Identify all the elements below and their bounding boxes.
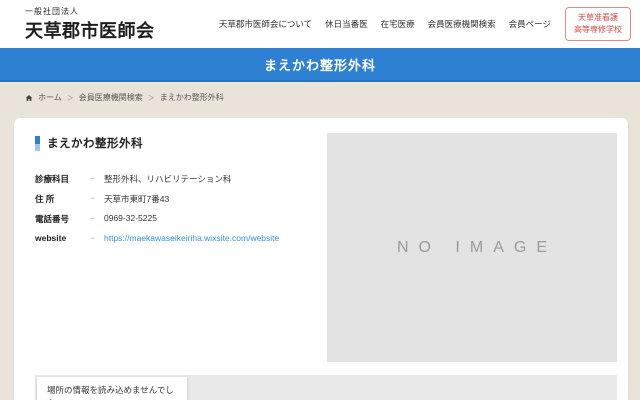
main-nav: 天草郡市医師会について 休日当番医 在宅医療 会員医療機関検索 会員ページ [219, 18, 551, 30]
detail-row: 住 所−天草市東町7番43 [35, 193, 320, 213]
clinic-title: まえかわ整形外科 [35, 135, 143, 151]
page-title: まえかわ整形外科 [264, 55, 376, 74]
detail-row: website−https://maekawaseikeiriha.wixsit… [35, 233, 320, 253]
nav-item[interactable]: 在宅医療 [381, 18, 415, 30]
breadcrumb-separator: ＞ [148, 93, 155, 103]
detail-separator: − [90, 173, 104, 183]
detail-row: 診療科目−整形外科、リハビリテーション科 [35, 173, 320, 193]
breadcrumb: ホーム ＞ 会員医療機関検索 ＞ まえかわ整形外科 [25, 92, 640, 103]
title-accent-bar [35, 136, 40, 151]
detail-label: 電話番号 [35, 213, 90, 225]
detail-separator: − [90, 193, 104, 203]
nav-item[interactable]: 休日当番医 [325, 18, 368, 30]
nav-item[interactable]: 天草郡市医師会について [219, 18, 312, 30]
page: 一般社団法人 天草郡市医師会 天草郡市医師会について休日当番医在宅医療会員医療機… [0, 0, 640, 400]
site-header: 一般社団法人 天草郡市医師会 天草郡市医師会について 休日当番医 在宅医療 会員医療機… [0, 0, 640, 48]
clinic-name: まえかわ整形外科 [47, 135, 143, 151]
nursing-school-line2: 高等専修学校 [574, 25, 622, 34]
clinic-details: 診療科目−整形外科、リハビリテーション科住 所−天草市東町7番43電話番号−09… [35, 173, 320, 253]
detail-separator: − [90, 213, 104, 223]
clinic-card: まえかわ整形外科 診療科目−整形外科、リハビリテーション科住 所−天草市東町7番… [14, 118, 628, 400]
detail-separator: − [90, 233, 104, 243]
site-logo[interactable]: 一般社団法人 天草郡市医師会 [25, 6, 155, 43]
nav-item[interactable]: 会員医療機関検索 [428, 18, 496, 30]
no-image-placeholder: NO IMAGE [327, 133, 617, 362]
nursing-school-line1: 天草准看護 [578, 13, 618, 22]
detail-value: 整形外科、リハビリテーション科 [104, 173, 231, 185]
org-type-label: 一般社団法人 [25, 6, 155, 17]
detail-value: 天草市東町7番43 [104, 193, 169, 205]
nav-item[interactable]: 会員ページ [509, 18, 551, 30]
breadcrumb-items: ホーム ＞ 会員医療機関検索 ＞ まえかわ整形外科 [38, 92, 224, 103]
page-banner: まえかわ整形外科 [0, 48, 640, 82]
breadcrumb-item[interactable]: ホーム [38, 92, 62, 103]
breadcrumb-item[interactable]: 会員医療機関検索 [79, 92, 143, 103]
nursing-school-button[interactable]: 天草准看護 高等専修学校 [565, 7, 631, 42]
breadcrumb-bar: ホーム ＞ 会員医療機関検索 ＞ まえかわ整形外科 [0, 82, 640, 118]
breadcrumb-separator: ＞ [67, 93, 74, 103]
site-title: 天草郡市医師会 [25, 17, 155, 43]
map-error-box: 場所の情報を読み込めませんでした。 [37, 377, 187, 400]
no-image-label: NO IMAGE [387, 239, 557, 257]
detail-row: 電話番号−0969-32-5225 [35, 213, 320, 233]
map-error-message: 場所の情報を読み込めませんでした。 [47, 385, 174, 400]
detail-label: 診療科目 [35, 173, 90, 185]
home-icon [25, 94, 33, 102]
breadcrumb-item: まえかわ整形外科 [160, 92, 224, 103]
detail-value: 0969-32-5225 [104, 213, 157, 223]
detail-label: website [35, 233, 90, 243]
detail-label: 住 所 [35, 193, 90, 205]
website-link[interactable]: https://maekawaseikeiriha.wixsite.com/we… [104, 233, 279, 243]
map-area[interactable]: 場所の情報を読み込めませんでした。 [35, 375, 617, 400]
